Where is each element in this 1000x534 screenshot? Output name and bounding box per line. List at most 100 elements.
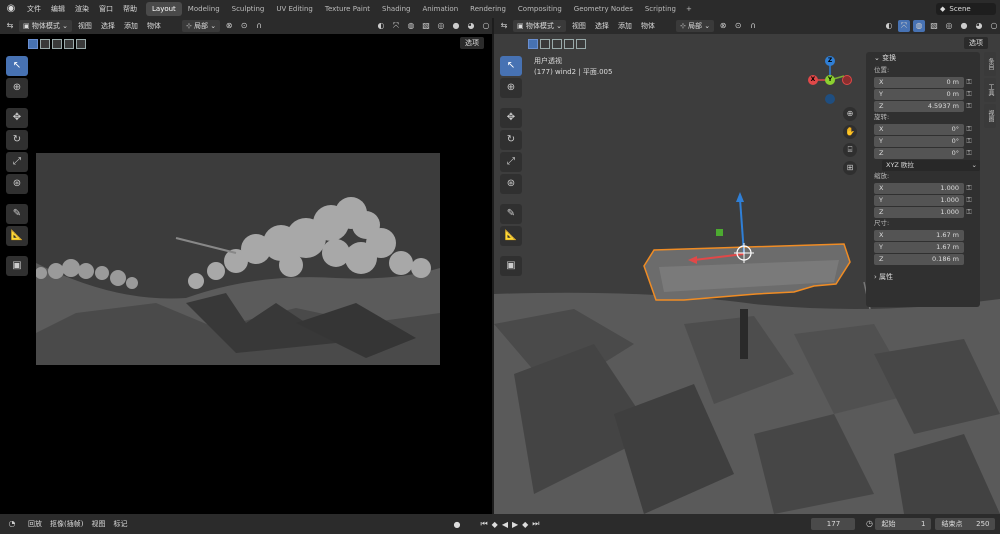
select-new-icon-right[interactable]	[528, 39, 538, 49]
visibility-icon[interactable]: ◐	[375, 20, 387, 32]
menu-keying[interactable]: 抠像(插帧)	[46, 519, 87, 529]
shading-material-icon-right[interactable]: ◕	[973, 20, 985, 32]
menu-render[interactable]: 渲染	[70, 0, 94, 18]
gizmo-icon[interactable]: ⤧	[390, 20, 402, 32]
menu-file[interactable]: 文件	[22, 0, 46, 18]
shading-render-icon[interactable]: ○	[480, 20, 492, 32]
rotation-z-field[interactable]: Z 0°	[874, 147, 964, 159]
start-frame-field[interactable]: 起始 1	[875, 518, 932, 530]
gizmo-x-icon[interactable]: X	[808, 75, 818, 85]
tab-modeling[interactable]: Modeling	[182, 2, 226, 16]
end-frame-field[interactable]: 结束点 250	[935, 518, 996, 530]
tab-tool[interactable]: 工具	[984, 78, 996, 102]
scale-tool-icon-right[interactable]: ⤢	[500, 152, 522, 172]
lock-icon[interactable]: ⚿	[964, 184, 974, 193]
clock-icon[interactable]: ◷	[863, 518, 875, 530]
proportional-icon-right[interactable]: ∩	[747, 20, 759, 32]
select-extend-icon-right[interactable]	[540, 39, 550, 49]
dimensions-y-field[interactable]: Y 1.67 m	[874, 241, 964, 253]
tab-item[interactable]: 条目	[984, 52, 996, 76]
measure-tool-icon[interactable]: 📐	[6, 226, 28, 246]
snap-icon-right[interactable]: ⊙	[732, 20, 744, 32]
select-subtract-icon-right[interactable]	[552, 39, 562, 49]
shading-solid-icon-right[interactable]: ●	[958, 20, 970, 32]
menu-timeline-view[interactable]: 视图	[87, 519, 109, 529]
pivot-icon-right[interactable]: ⊗	[717, 20, 729, 32]
select-new-icon[interactable]	[28, 39, 38, 49]
right-options-button[interactable]: 选项	[964, 37, 988, 49]
transform-tool-icon[interactable]: ⊛	[6, 174, 28, 194]
lock-icon[interactable]: ⚿	[964, 196, 974, 205]
location-y-field[interactable]: Y 0 m	[874, 88, 964, 100]
perspective-grid-icon[interactable]: ⊞	[843, 161, 857, 175]
lock-icon[interactable]: ⚿	[964, 137, 974, 146]
select-subtract-icon[interactable]	[52, 39, 62, 49]
add-cube-tool-icon[interactable]: ▣	[6, 256, 28, 276]
gizmo-z-icon[interactable]: Z	[825, 56, 835, 66]
scale-z-field[interactable]: Z 1.000	[874, 206, 964, 218]
rotate-tool-icon[interactable]: ↻	[6, 130, 28, 150]
lock-icon[interactable]: ⚿	[964, 78, 974, 87]
tab-layout[interactable]: Layout	[146, 2, 182, 16]
left-transform-orientation[interactable]: ⊹ 局部 ⌄	[181, 20, 221, 32]
proportional-icon[interactable]: ∩	[253, 20, 265, 32]
tab-view[interactable]: 视图	[984, 104, 996, 128]
menu-playback[interactable]: 回放	[24, 519, 46, 529]
rotate-tool-icon-right[interactable]: ↻	[500, 130, 522, 150]
select-extend-icon[interactable]	[40, 39, 50, 49]
rotation-mode-select[interactable]: XYZ 欧拉 ⌄	[882, 159, 980, 171]
tab-shading[interactable]: Shading	[376, 2, 416, 16]
left-options-button[interactable]: 选项	[460, 37, 484, 49]
tab-geometry-nodes[interactable]: Geometry Nodes	[568, 2, 639, 16]
right-menu-select[interactable]: 选择	[592, 20, 612, 32]
lock-icon[interactable]: ⚿	[964, 149, 974, 158]
left-menu-object[interactable]: 物体	[144, 20, 164, 32]
cursor-tool-icon-right[interactable]: ⊕	[500, 78, 522, 98]
left-menu-view[interactable]: 视图	[75, 20, 95, 32]
location-z-field[interactable]: Z 4.5937 m	[874, 100, 964, 112]
tab-texture-paint[interactable]: Texture Paint	[319, 2, 376, 16]
shading-wire-icon[interactable]: ◎	[435, 20, 447, 32]
overlay-icon[interactable]: ◍	[405, 20, 417, 32]
scale-x-field[interactable]: X 1.000	[874, 182, 964, 194]
scene-selector[interactable]: ◆ Scene	[936, 3, 996, 15]
select-invert-icon-right[interactable]	[564, 39, 574, 49]
gizmo-y-icon[interactable]: Y	[825, 75, 835, 85]
properties-section-header[interactable]: › 属性	[866, 271, 980, 284]
location-x-field[interactable]: X 0 m	[874, 76, 964, 88]
select-invert-icon[interactable]	[64, 39, 74, 49]
lock-icon[interactable]: ⚿	[964, 90, 974, 99]
camera-view-icon[interactable]: ⌸	[843, 143, 857, 157]
select-box-tool-icon-right[interactable]: ↖	[500, 56, 522, 76]
scale-tool-icon[interactable]: ⤢	[6, 152, 28, 172]
shading-render-icon-right[interactable]: ○	[988, 20, 1000, 32]
shading-solid-icon[interactable]: ●	[450, 20, 462, 32]
menu-help[interactable]: 帮助	[118, 0, 142, 18]
select-intersect-icon[interactable]	[76, 39, 86, 49]
lock-icon[interactable]: ⚿	[964, 208, 974, 217]
lock-icon[interactable]: ⚿	[964, 102, 974, 111]
prev-keyframe-icon[interactable]: ◆	[490, 520, 500, 529]
menu-marker[interactable]: 标记	[109, 519, 131, 529]
gizmo-neg-x-icon[interactable]	[842, 75, 852, 85]
right-menu-view[interactable]: 视图	[569, 20, 589, 32]
record-icon[interactable]: ●	[451, 520, 462, 529]
navigation-gizmo[interactable]: Z X Y	[804, 56, 854, 106]
tab-scripting[interactable]: Scripting	[639, 2, 682, 16]
jump-start-icon[interactable]: ⏮	[478, 519, 489, 529]
move-tool-icon[interactable]: ✥	[6, 108, 28, 128]
overlay-icon-right[interactable]: ◍	[913, 20, 925, 32]
gizmo-neg-z-icon[interactable]	[825, 94, 835, 104]
tab-compositing[interactable]: Compositing	[512, 2, 568, 16]
shading-wire-icon-right[interactable]: ◎	[943, 20, 955, 32]
annotate-tool-icon-right[interactable]: ✎	[500, 204, 522, 224]
measure-tool-icon-right[interactable]: 📐	[500, 226, 522, 246]
timeline-editor-icon[interactable]: ◔	[6, 518, 18, 530]
dimensions-z-field[interactable]: Z 0.186 m	[874, 253, 964, 265]
rotation-y-field[interactable]: Y 0°	[874, 135, 964, 147]
select-box-tool-icon[interactable]: ↖	[6, 56, 28, 76]
annotate-tool-icon[interactable]: ✎	[6, 204, 28, 224]
tab-sculpting[interactable]: Sculpting	[226, 2, 271, 16]
play-reverse-icon[interactable]: ◀	[500, 520, 510, 529]
left-menu-add[interactable]: 添加	[121, 20, 141, 32]
